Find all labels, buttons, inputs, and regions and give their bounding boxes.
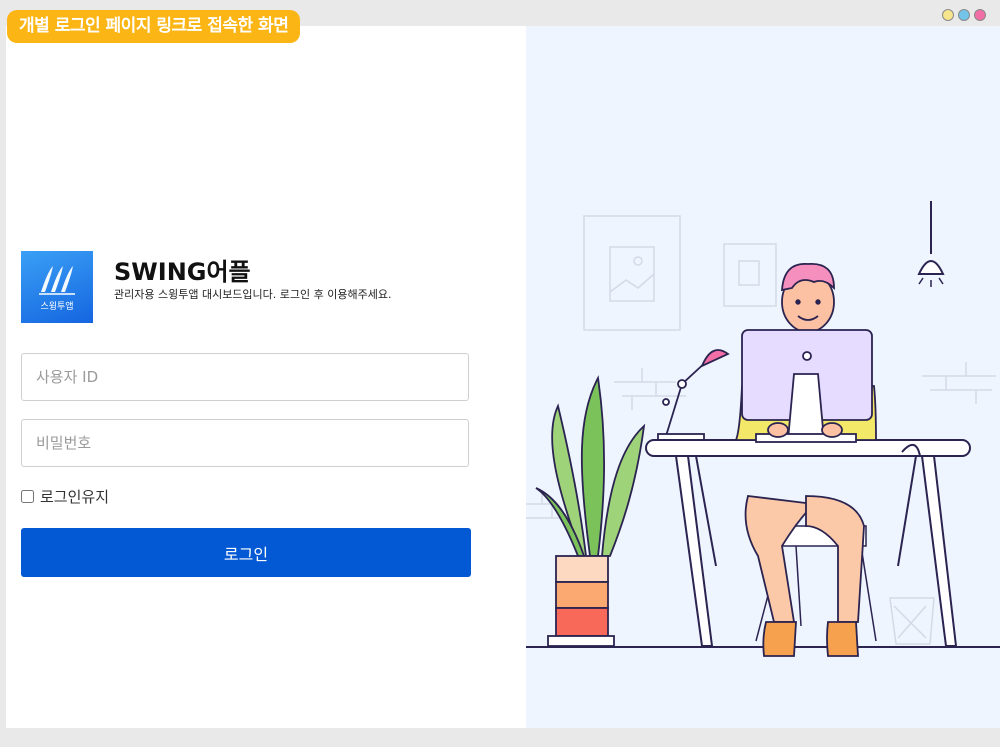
swing-logo-icon: [39, 266, 75, 295]
workspace-illustration: [526, 201, 1000, 657]
page-title: SWING어플: [114, 258, 251, 286]
window-dot-blue[interactable]: [958, 9, 970, 21]
login-frame: 스윙투앱 SWING어플 관리자용 스윙투앱 대시보드입니다. 로그인 후 이용…: [6, 26, 1000, 728]
remember-label: 로그인유지: [40, 488, 110, 506]
logo-text: 스윙투앱: [40, 302, 74, 312]
app-logo: 스윙투앱: [21, 251, 93, 323]
page-subtitle: 관리자용 스윙투앱 대시보드입니다. 로그인 후 이용해주세요.: [114, 288, 392, 301]
remember-login[interactable]: 로그인유지: [21, 486, 109, 507]
remember-checkbox[interactable]: [21, 490, 34, 503]
window-dot-yellow[interactable]: [942, 9, 954, 21]
illustration-panel: [526, 26, 1000, 728]
login-button[interactable]: 로그인: [21, 528, 471, 577]
window-controls: [942, 9, 986, 21]
login-panel: 스윙투앱 SWING어플 관리자용 스윙투앱 대시보드입니다. 로그인 후 이용…: [6, 26, 526, 728]
password-input[interactable]: [21, 419, 469, 467]
window-dot-pink[interactable]: [974, 9, 986, 21]
user-id-input[interactable]: [21, 353, 469, 401]
caption-badge: 개별 로그인 페이지 링크로 접속한 화면: [7, 10, 301, 43]
